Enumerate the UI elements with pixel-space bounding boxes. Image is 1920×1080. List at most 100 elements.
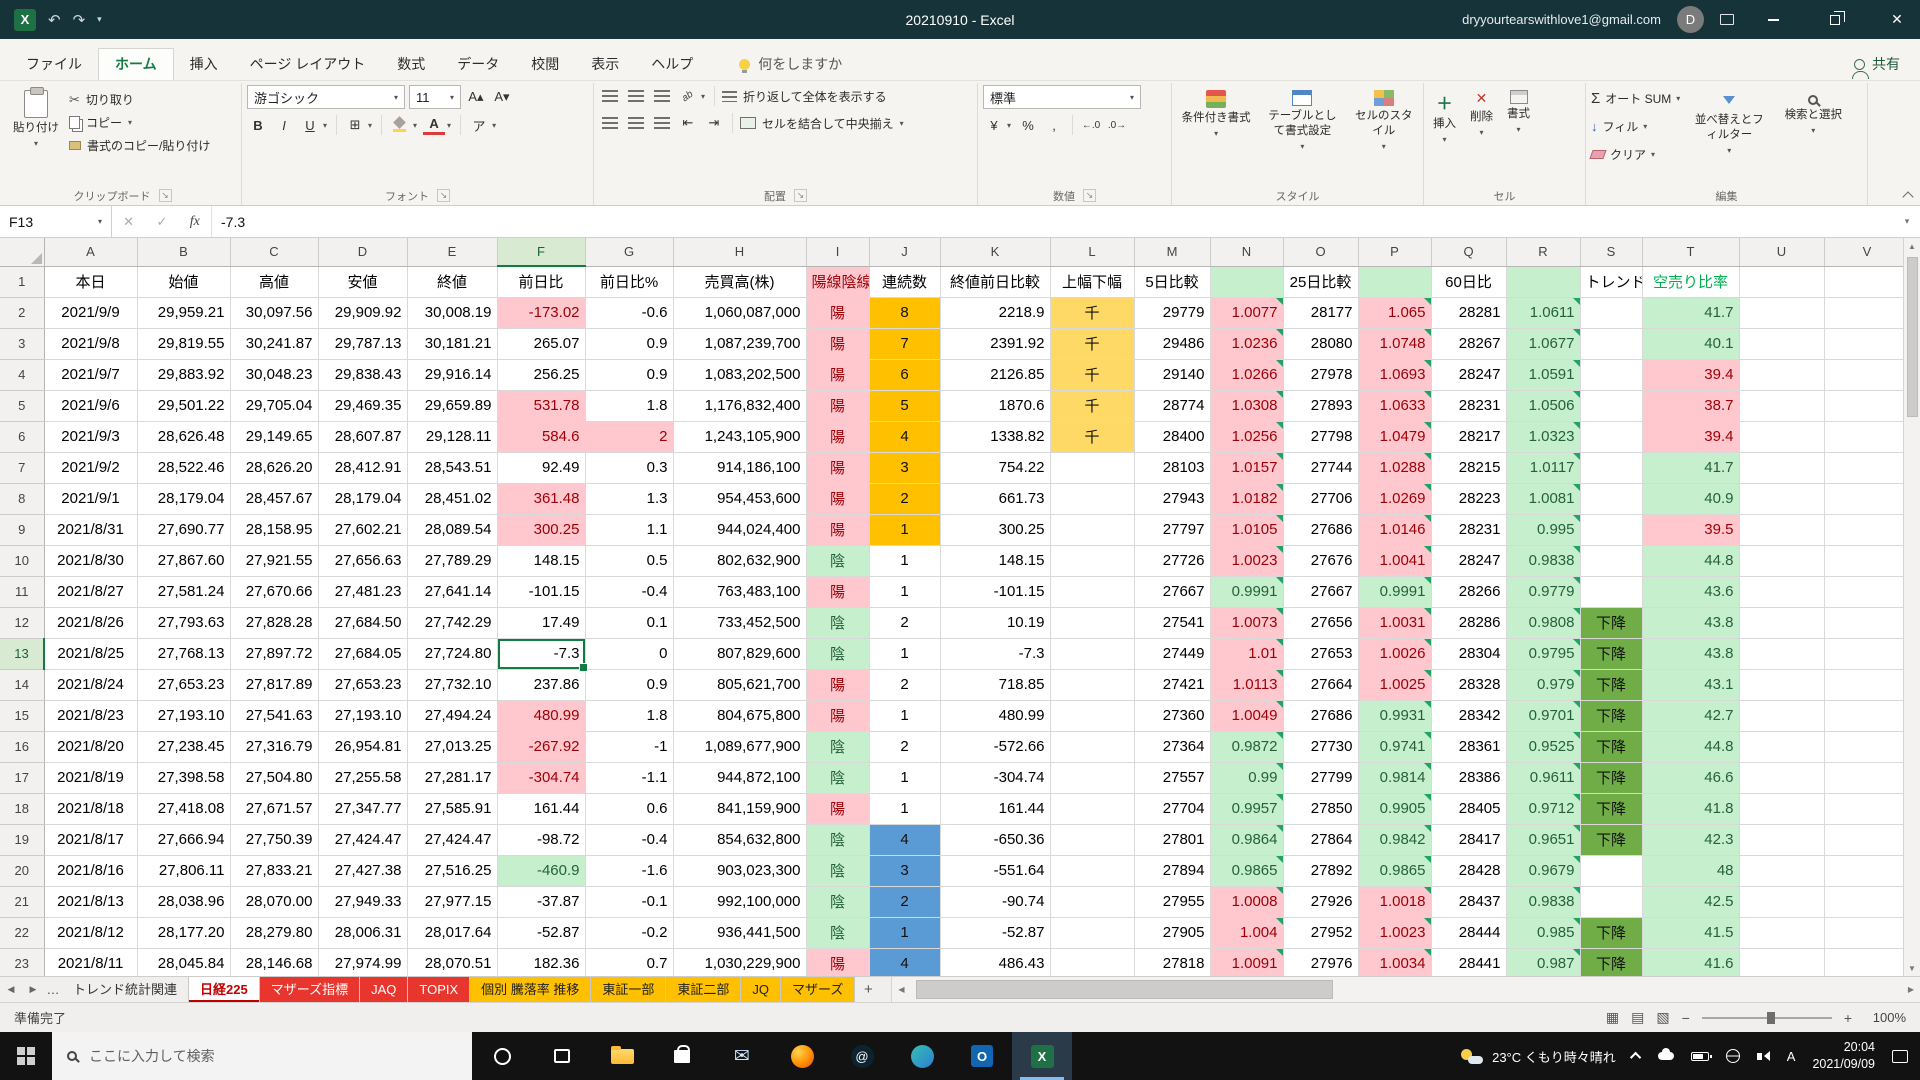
cell-L1[interactable]: 上幅下幅 <box>1050 266 1135 298</box>
column-header-D[interactable]: D <box>318 238 408 267</box>
cell-B17[interactable]: 27,398.58 <box>137 762 231 794</box>
cell-E18[interactable]: 27,585.91 <box>407 793 498 825</box>
cell-K5[interactable]: 1870.6 <box>940 390 1051 422</box>
sheet-tab-JAQ[interactable]: JAQ <box>360 977 409 1002</box>
cell-H12[interactable]: 733,452,500 <box>673 607 807 639</box>
cell-S22[interactable]: 下降 <box>1580 917 1643 949</box>
cell-R21[interactable]: 0.9838 <box>1506 886 1581 918</box>
cell-F1[interactable]: 前日比 <box>497 266 586 298</box>
cell-V5[interactable] <box>1824 390 1911 422</box>
cell-U14[interactable] <box>1739 669 1825 701</box>
align-center-button[interactable] <box>625 112 647 134</box>
cell-V12[interactable] <box>1824 607 1911 639</box>
cell-J1[interactable]: 連続数 <box>869 266 941 298</box>
cell-R20[interactable]: 0.9679 <box>1506 855 1581 887</box>
cell-B21[interactable]: 28,038.96 <box>137 886 231 918</box>
cell-C5[interactable]: 29,705.04 <box>230 390 319 422</box>
cell-S15[interactable]: 下降 <box>1580 700 1643 732</box>
cell-R3[interactable]: 1.0677 <box>1506 328 1581 360</box>
horizontal-scroll-thumb[interactable] <box>916 980 1333 999</box>
cell-H20[interactable]: 903,023,300 <box>673 855 807 887</box>
cell-U15[interactable] <box>1739 700 1825 732</box>
cell-P9[interactable]: 1.0146 <box>1358 514 1432 546</box>
cell-L7[interactable] <box>1050 452 1135 484</box>
cell-T6[interactable]: 39.4 <box>1642 421 1740 453</box>
cell-P7[interactable]: 1.0288 <box>1358 452 1432 484</box>
cell-D22[interactable]: 28,006.31 <box>318 917 408 949</box>
cell-H22[interactable]: 936,441,500 <box>673 917 807 949</box>
cell-J12[interactable]: 2 <box>869 607 941 639</box>
cell-I20[interactable]: 陰 <box>806 855 870 887</box>
cell-M10[interactable]: 27726 <box>1134 545 1211 577</box>
cell-R4[interactable]: 1.0591 <box>1506 359 1581 391</box>
cell-K12[interactable]: 10.19 <box>940 607 1051 639</box>
cell-B2[interactable]: 29,959.21 <box>137 297 231 329</box>
sheet-tab-マザーズ指標[interactable]: マザーズ指標 <box>259 977 361 1002</box>
cell-G19[interactable]: -0.4 <box>585 824 674 856</box>
collapse-ribbon-icon[interactable] <box>1902 191 1914 203</box>
cell-B3[interactable]: 29,819.55 <box>137 328 231 360</box>
cell-H6[interactable]: 1,243,105,900 <box>673 421 807 453</box>
cell-L10[interactable] <box>1050 545 1135 577</box>
cell-N12[interactable]: 1.0073 <box>1210 607 1284 639</box>
cell-E21[interactable]: 27,977.15 <box>407 886 498 918</box>
cell-D13[interactable]: 27,684.05 <box>318 638 408 670</box>
delete-cells-button[interactable]: ✕ 削除 ▾ <box>1466 85 1497 186</box>
cell-F7[interactable]: 92.49 <box>497 452 586 484</box>
cell-N15[interactable]: 1.0049 <box>1210 700 1284 732</box>
cell-H17[interactable]: 944,872,100 <box>673 762 807 794</box>
cell-D11[interactable]: 27,481.23 <box>318 576 408 608</box>
cell-S12[interactable]: 下降 <box>1580 607 1643 639</box>
cell-O6[interactable]: 27798 <box>1283 421 1359 453</box>
copy-button[interactable]: コピー ▾ <box>69 114 210 131</box>
cell-M8[interactable]: 27943 <box>1134 483 1211 515</box>
cell-L9[interactable] <box>1050 514 1135 546</box>
cell-V18[interactable] <box>1824 793 1911 825</box>
cell-S18[interactable]: 下降 <box>1580 793 1643 825</box>
cell-E14[interactable]: 27,732.10 <box>407 669 498 701</box>
row-header-15[interactable]: 15 <box>0 700 45 732</box>
cell-M13[interactable]: 27449 <box>1134 638 1211 670</box>
cell-N20[interactable]: 0.9865 <box>1210 855 1284 887</box>
align-middle-button[interactable] <box>625 85 647 107</box>
cell-E22[interactable]: 28,017.64 <box>407 917 498 949</box>
cell-T20[interactable]: 48 <box>1642 855 1740 887</box>
cell-I23[interactable]: 陽 <box>806 948 870 976</box>
cell-D4[interactable]: 29,838.43 <box>318 359 408 391</box>
wrap-text-button[interactable]: 折り返して全体を表示する <box>722 85 887 107</box>
decrease-decimal-button[interactable]: .0→ <box>1106 114 1128 136</box>
cell-J5[interactable]: 5 <box>869 390 941 422</box>
column-header-R[interactable]: R <box>1506 238 1581 267</box>
cell-Q9[interactable]: 28231 <box>1431 514 1507 546</box>
cell-H16[interactable]: 1,089,677,900 <box>673 731 807 763</box>
cell-M21[interactable]: 27955 <box>1134 886 1211 918</box>
cell-C23[interactable]: 28,146.68 <box>230 948 319 976</box>
cell-T1[interactable]: 空売り比率 <box>1642 266 1740 298</box>
cell-A3[interactable]: 2021/9/8 <box>44 328 138 360</box>
cortana-button[interactable] <box>472 1032 532 1080</box>
ribbon-tab-ホーム[interactable]: ホーム <box>98 48 174 80</box>
currency-format-button[interactable]: ¥ <box>983 114 1005 136</box>
cell-D2[interactable]: 29,909.92 <box>318 297 408 329</box>
cell-Q16[interactable]: 28361 <box>1431 731 1507 763</box>
cell-N13[interactable]: 1.01 <box>1210 638 1284 670</box>
cell-O17[interactable]: 27799 <box>1283 762 1359 794</box>
ribbon-tab-データ[interactable]: データ <box>441 49 515 80</box>
task-view-button[interactable] <box>532 1032 592 1080</box>
cell-A22[interactable]: 2021/8/12 <box>44 917 138 949</box>
cell-I9[interactable]: 陽 <box>806 514 870 546</box>
row-header-20[interactable]: 20 <box>0 855 45 887</box>
vertical-scroll-thumb[interactable] <box>1906 257 1918 417</box>
cell-J19[interactable]: 4 <box>869 824 941 856</box>
cell-J21[interactable]: 2 <box>869 886 941 918</box>
cell-O4[interactable]: 27978 <box>1283 359 1359 391</box>
cell-V8[interactable] <box>1824 483 1911 515</box>
cell-G10[interactable]: 0.5 <box>585 545 674 577</box>
cell-C12[interactable]: 27,828.28 <box>230 607 319 639</box>
cell-R2[interactable]: 1.0611 <box>1506 297 1581 329</box>
cell-C11[interactable]: 27,670.66 <box>230 576 319 608</box>
cell-N14[interactable]: 1.0113 <box>1210 669 1284 701</box>
cell-A19[interactable]: 2021/8/17 <box>44 824 138 856</box>
cell-U17[interactable] <box>1739 762 1825 794</box>
cell-F12[interactable]: 17.49 <box>497 607 586 639</box>
